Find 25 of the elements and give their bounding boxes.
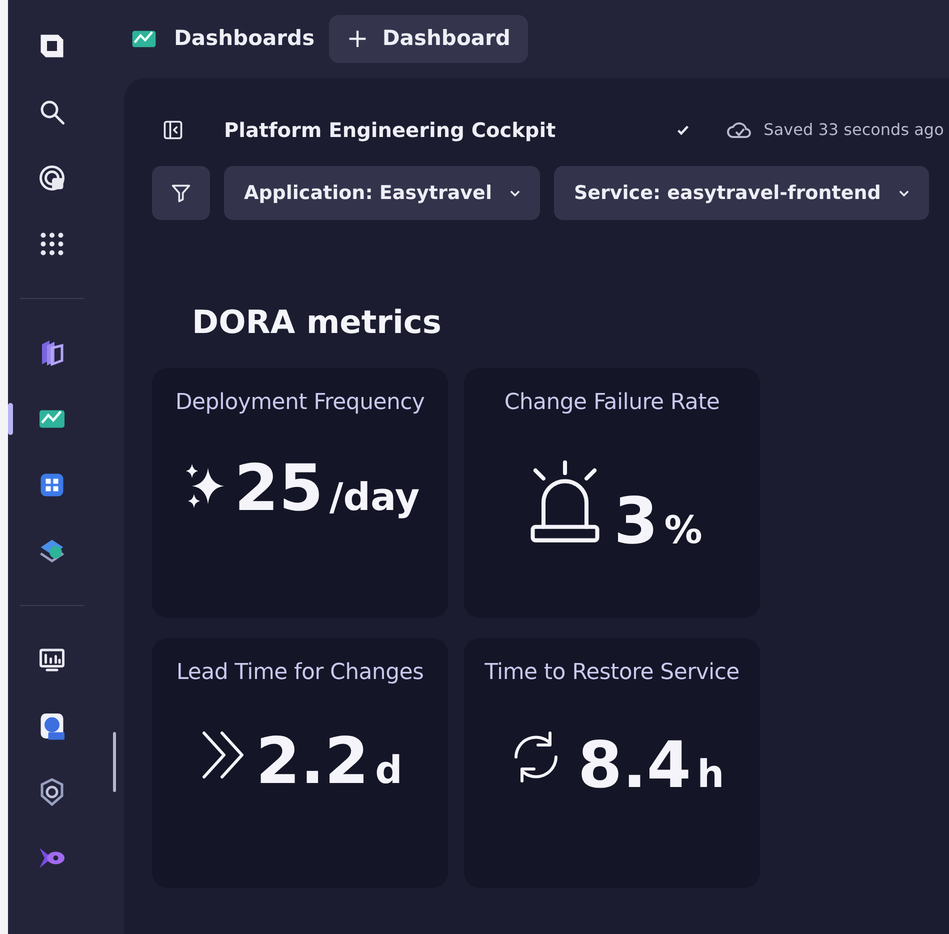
metric-value: 2.2 (256, 730, 370, 794)
metric-unit: d (375, 747, 402, 794)
dashboard-title: Platform Engineering Cockpit (224, 117, 556, 144)
filter-dropdown[interactable]: Service: easytravel-frontend (554, 166, 929, 220)
section-heading: DORA metrics (192, 302, 442, 343)
metric-value: 3 (614, 490, 658, 554)
tile-title: Time to Restore Service (484, 659, 740, 687)
tile-title: Change Failure Rate (504, 389, 720, 417)
save-status: Saved 33 seconds ago (764, 119, 944, 141)
check-icon (676, 123, 690, 137)
filter-icon (170, 182, 192, 204)
new-dashboard-tab[interactable]: + Dashboard (328, 15, 528, 63)
filter-button[interactable] (152, 166, 210, 220)
metric-value: 8.4 (578, 734, 692, 798)
metric-value: 25 (234, 457, 324, 521)
metric-unit: /day (329, 474, 420, 521)
metric-unit: % (664, 507, 702, 554)
filter-dropdown[interactable]: Application: Easytravel (224, 166, 540, 220)
scrollbar[interactable] (113, 732, 116, 792)
cloud-icon (726, 120, 752, 140)
sidebar-toggle-icon[interactable] (162, 119, 184, 141)
metric-unit: h (697, 751, 724, 798)
tile-title: Lead Time for Changes (176, 659, 424, 687)
app-title: Dashboards (174, 25, 315, 52)
tile-title: Deployment Frequency (175, 389, 425, 417)
